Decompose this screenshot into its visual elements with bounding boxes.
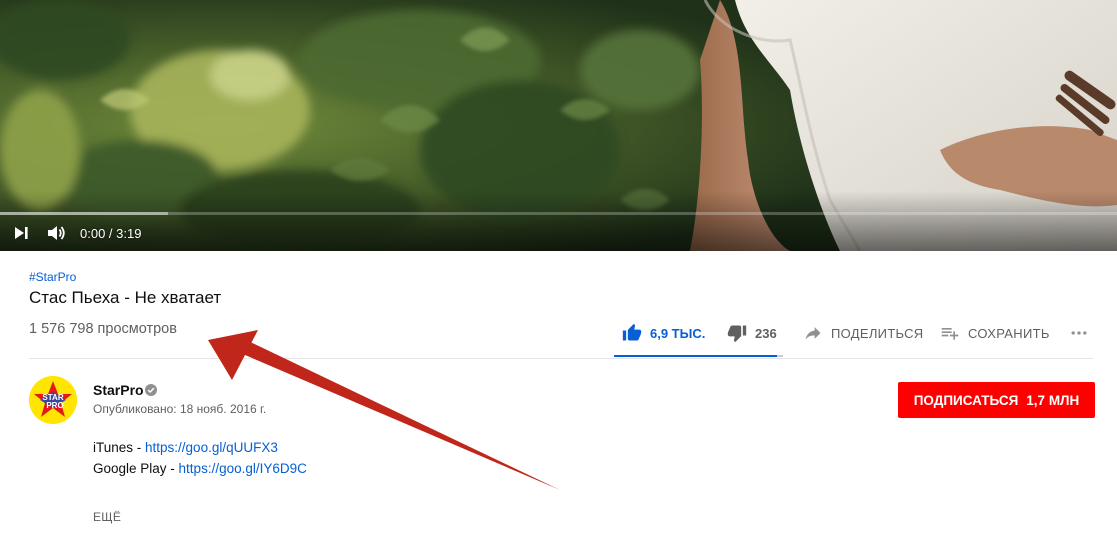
itunes-link[interactable]: https://goo.gl/qUUFX3 <box>145 440 278 455</box>
divider <box>29 358 1093 359</box>
description-line-itunes: iTunes - https://goo.gl/qUUFX3 <box>93 440 278 455</box>
verified-check-icon <box>145 384 157 396</box>
more-actions-button[interactable] <box>1069 322 1089 344</box>
like-button[interactable]: 6,9 ТЫС. <box>622 322 705 344</box>
time-display: 0:00 / 3:19 <box>80 226 142 241</box>
save-label: СОХРАНИТЬ <box>968 325 1050 341</box>
play-next-button[interactable] <box>10 222 32 244</box>
google-play-label: Google Play - <box>93 461 179 476</box>
description-line-google-play: Google Play - https://goo.gl/IY6D9C <box>93 461 307 476</box>
channel-name[interactable]: StarPro <box>93 382 144 398</box>
share-button[interactable]: ПОДЕЛИТЬСЯ <box>803 322 923 344</box>
controls-shade <box>0 191 1117 251</box>
share-arrow-icon <box>803 323 823 343</box>
volume-button[interactable] <box>45 222 67 244</box>
google-play-link[interactable]: https://goo.gl/IY6D9C <box>179 461 307 476</box>
thumbs-up-icon <box>622 323 642 343</box>
video-player[interactable]: 0:00 / 3:19 <box>0 0 1117 251</box>
itunes-label: iTunes - <box>93 440 146 455</box>
subscribe-button[interactable]: ПОДПИСАТЬСЯ 1,7 МЛН <box>898 382 1095 418</box>
thumbs-down-icon <box>727 323 747 343</box>
progress-buffer <box>0 212 168 215</box>
dislike-count: 236 <box>755 325 777 341</box>
volume-icon <box>45 222 67 244</box>
video-title: Стас Пьеха - Не хватает <box>29 288 222 307</box>
progress-bar[interactable] <box>0 212 1117 215</box>
subscriber-count: 1,7 МЛН <box>1026 392 1080 408</box>
subscribe-label: ПОДПИСАТЬСЯ <box>913 392 1019 408</box>
avatar-text-bottom: PRO <box>46 401 63 410</box>
publish-date: Опубликовано: 18 нояб. 2016 г. <box>93 402 267 416</box>
play-next-icon <box>10 222 32 244</box>
dislike-button[interactable]: 236 <box>727 322 777 344</box>
hashtag-link[interactable]: #StarPro <box>29 270 76 284</box>
view-count: 1 576 798 просмотров <box>29 321 177 337</box>
sentiment-bar-fill <box>614 355 778 357</box>
share-label: ПОДЕЛИТЬСЯ <box>831 325 924 341</box>
channel-avatar[interactable]: STAR PRO <box>29 376 77 424</box>
playlist-add-icon <box>940 323 960 343</box>
annotation-arrow-head <box>208 330 258 380</box>
sentiment-bar <box>614 355 783 357</box>
save-button[interactable]: СОХРАНИТЬ <box>940 322 1050 344</box>
show-more-button[interactable]: ЕЩЁ <box>93 510 121 524</box>
like-count: 6,9 ТЫС. <box>650 325 706 341</box>
more-dots-icon <box>1069 323 1089 343</box>
